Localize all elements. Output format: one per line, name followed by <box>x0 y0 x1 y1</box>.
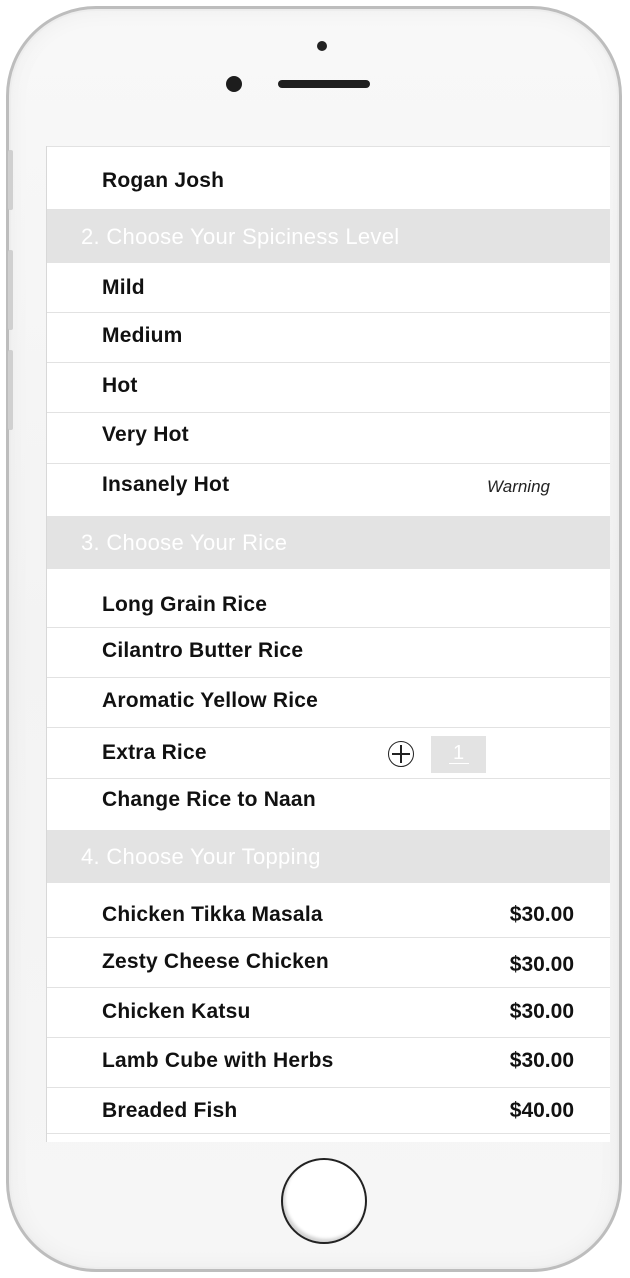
option-aromatic-yellow-rice[interactable]: Aromatic Yellow Rice <box>47 678 610 728</box>
phone-volume-up-button <box>8 250 13 330</box>
option-lamb-cube-with-herbs[interactable]: Lamb Cube with Herbs $30.00 <box>47 1038 610 1088</box>
front-camera-icon <box>226 76 242 92</box>
option-change-rice-to-naan[interactable]: Change Rice to Naan <box>47 779 610 830</box>
option-label: Chicken Katsu <box>102 1000 251 1023</box>
option-label: Mild <box>102 276 145 299</box>
option-chicken-tikka-masala[interactable]: Chicken Tikka Masala $30.00 <box>47 883 610 938</box>
option-mild[interactable]: Mild <box>47 263 610 313</box>
option-label: Cilantro Butter Rice <box>102 639 304 662</box>
option-very-hot[interactable]: Very Hot <box>47 413 610 464</box>
option-label: Breaded Fish <box>102 1099 238 1122</box>
section-header-topping: 4. Choose Your Topping <box>47 830 610 883</box>
option-price: $40.00 <box>509 1099 574 1122</box>
option-price: $30.00 <box>509 1049 574 1072</box>
option-breaded-fish[interactable]: Breaded Fish $40.00 <box>47 1088 610 1134</box>
option-medium[interactable]: Medium <box>47 313 610 363</box>
option-label: Very Hot <box>102 423 189 446</box>
section-title: 3. Choose Your Rice <box>81 530 288 555</box>
option-price: $30.00 <box>509 1000 574 1023</box>
option-label: Hot <box>102 374 138 397</box>
plus-circle-icon[interactable] <box>388 741 414 767</box>
option-hot[interactable]: Hot <box>47 363 610 413</box>
item-label: Rogan Josh <box>102 169 225 192</box>
option-label: Aromatic Yellow Rice <box>102 689 319 712</box>
section-title: 2. Choose Your Spiciness Level <box>81 224 400 249</box>
phone-volume-down-button <box>8 350 13 430</box>
section-header-rice: 3. Choose Your Rice <box>47 516 610 569</box>
list-item[interactable]: Rogan Josh <box>47 146 610 210</box>
option-label: Change Rice to Naan <box>102 788 316 811</box>
option-insanely-hot[interactable]: Insanely Hot Warning <box>47 464 610 516</box>
option-label: Zesty Cheese Chicken <box>102 950 329 973</box>
warning-note: Warning <box>487 477 550 496</box>
phone-side-button <box>8 150 13 210</box>
option-label: Chicken Tikka Masala <box>102 903 323 926</box>
quantity-field[interactable]: 1 <box>431 736 486 773</box>
option-price: $30.00 <box>509 953 574 976</box>
option-zesty-cheese-chicken[interactable]: Zesty Cheese Chicken $30.00 <box>47 938 610 988</box>
home-button[interactable] <box>281 1158 367 1244</box>
option-price: $30.00 <box>509 903 574 926</box>
option-extra-rice[interactable]: Extra Rice 1 <box>47 728 610 779</box>
option-long-grain-rice[interactable]: Long Grain Rice <box>47 569 610 628</box>
option-label: Long Grain Rice <box>102 593 268 616</box>
option-label: Extra Rice <box>102 741 207 764</box>
option-label: Lamb Cube with Herbs <box>102 1049 334 1072</box>
option-label: Medium <box>102 324 183 347</box>
section-title: 4. Choose Your Topping <box>81 844 321 869</box>
option-label: Insanely Hot <box>102 473 230 496</box>
section-header-spiciness: 2. Choose Your Spiciness Level <box>47 210 610 263</box>
option-chicken-katsu[interactable]: Chicken Katsu $30.00 <box>47 988 610 1038</box>
quantity-underline <box>449 763 469 764</box>
app-screen: Rogan Josh 2. Choose Your Spiciness Leve… <box>46 146 610 1142</box>
earpiece-speaker <box>278 80 370 88</box>
option-cilantro-butter-rice[interactable]: Cilantro Butter Rice <box>47 628 610 678</box>
front-sensor <box>317 41 327 51</box>
